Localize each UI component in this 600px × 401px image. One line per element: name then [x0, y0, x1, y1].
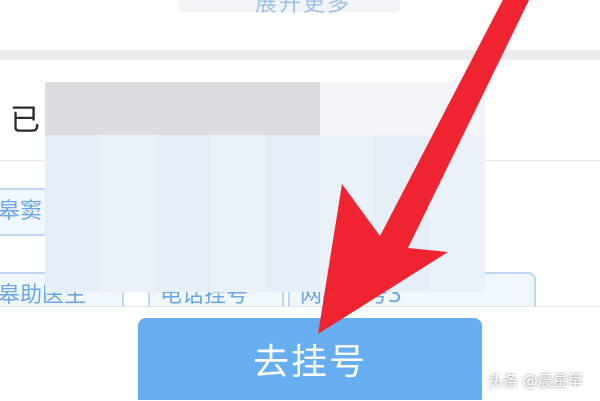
watermark: 头条 @晨星早	[488, 372, 583, 390]
red-arrow-icon	[318, 0, 530, 334]
